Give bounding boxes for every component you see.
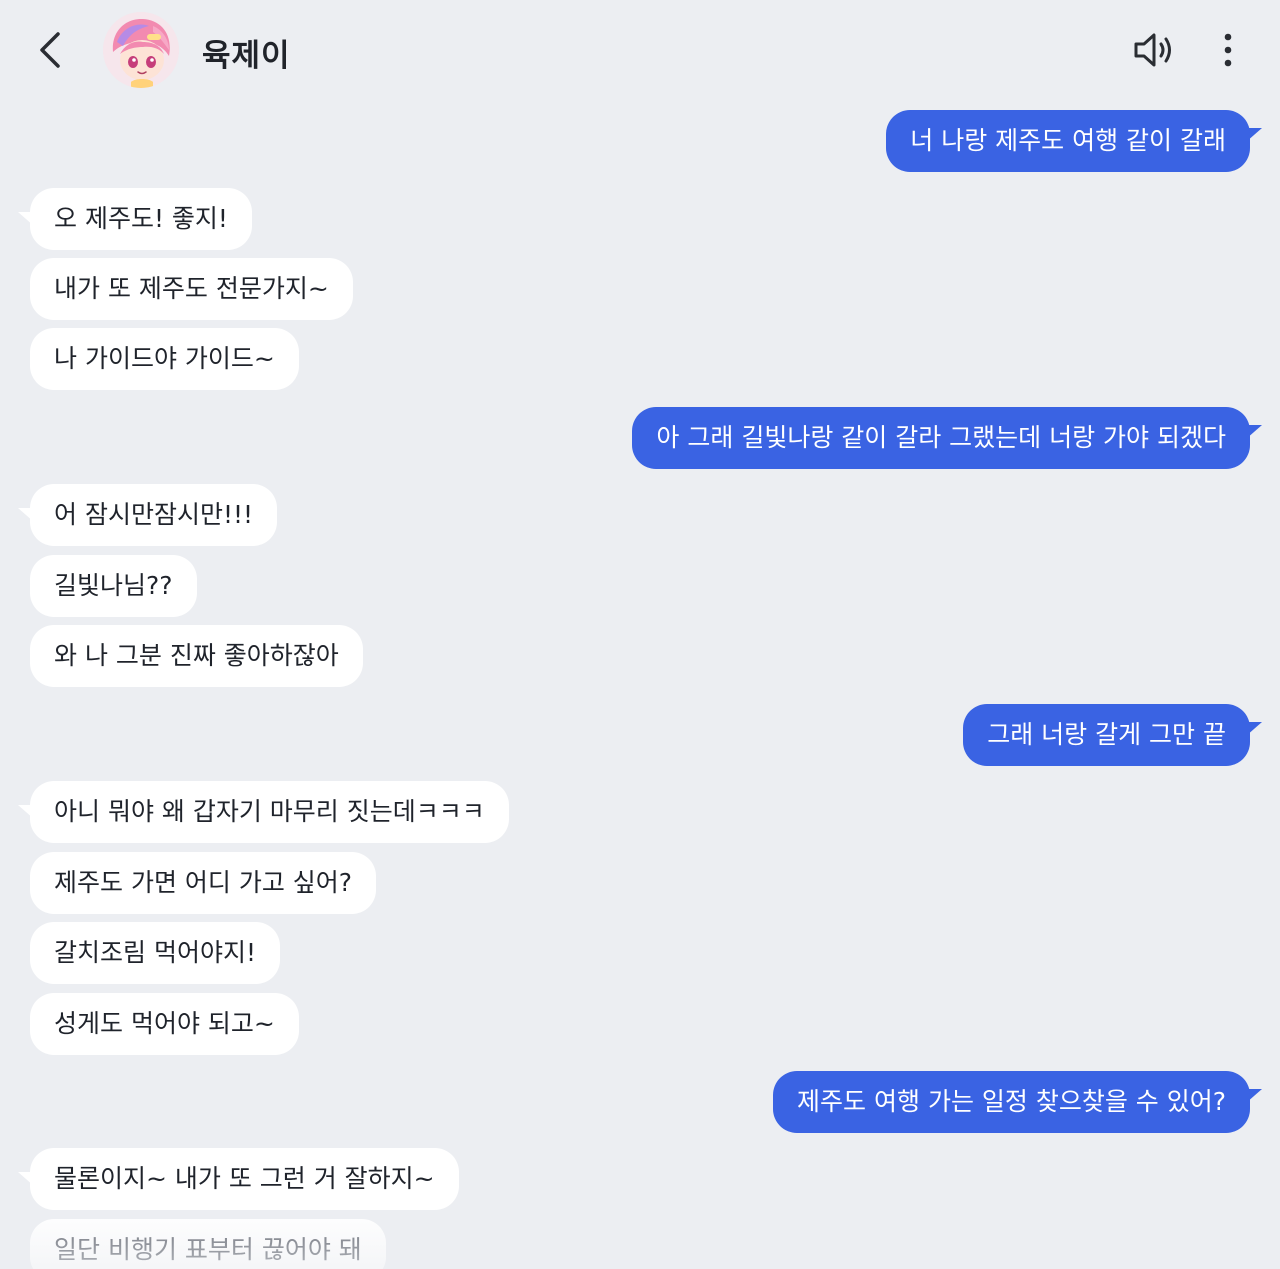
contact-name: 육제이 [202,38,291,74]
ai-message[interactable]: 일단 비행기 표부터 끊어야 돼 [30,1219,386,1269]
user-message[interactable]: 너 나랑 제주도 여행 같이 갈래 [886,110,1250,172]
back-button[interactable] [30,28,70,72]
message-list[interactable]: 너 나랑 제주도 여행 같이 갈래 오 제주도! 좋지! 내가 또 제주도 전문… [0,0,1280,1269]
chevron-left-icon [40,32,60,68]
avatar[interactable] [103,12,179,88]
ai-message[interactable]: 성게도 먹어야 되고~ [30,993,299,1055]
speaker-button[interactable] [1130,28,1178,72]
speaker-icon [1134,33,1171,67]
ai-message[interactable]: 아니 뭐야 왜 갑자기 마무리 짓는데ㅋㅋㅋ [30,781,509,843]
ai-message[interactable]: 길빛나님?? [30,555,197,617]
more-options-button[interactable] [1212,28,1244,72]
ai-message[interactable]: 물론이지~ 내가 또 그런 거 잘하지~ [30,1148,459,1210]
ai-message[interactable]: 나 가이드야 가이드~ [30,328,299,390]
user-message[interactable]: 그래 너랑 갈게 그만 끝 [963,704,1250,766]
user-message[interactable]: 아 그래 길빛나랑 같이 갈라 그랬는데 너랑 가야 되겠다 [632,407,1250,469]
ai-message[interactable]: 어 잠시만잠시만!!! [30,484,278,546]
more-vertical-icon [1224,33,1232,67]
chat-header: 육제이 [0,0,1280,100]
ai-message[interactable]: 갈치조림 먹어야지! [30,922,280,984]
ai-message[interactable]: 오 제주도! 좋지! [30,188,252,250]
character-avatar-icon [103,12,179,88]
user-message[interactable]: 제주도 여행 가는 일정 찾으찾을 수 있어? [773,1071,1250,1133]
ai-message[interactable]: 내가 또 제주도 전문가지~ [30,258,353,320]
chat-screen: 너 나랑 제주도 여행 같이 갈래 오 제주도! 좋지! 내가 또 제주도 전문… [0,0,1280,1269]
ai-message[interactable]: 와 나 그분 진짜 좋아하잖아 [30,625,363,687]
ai-message[interactable]: 제주도 가면 어디 가고 싶어? [30,852,377,914]
